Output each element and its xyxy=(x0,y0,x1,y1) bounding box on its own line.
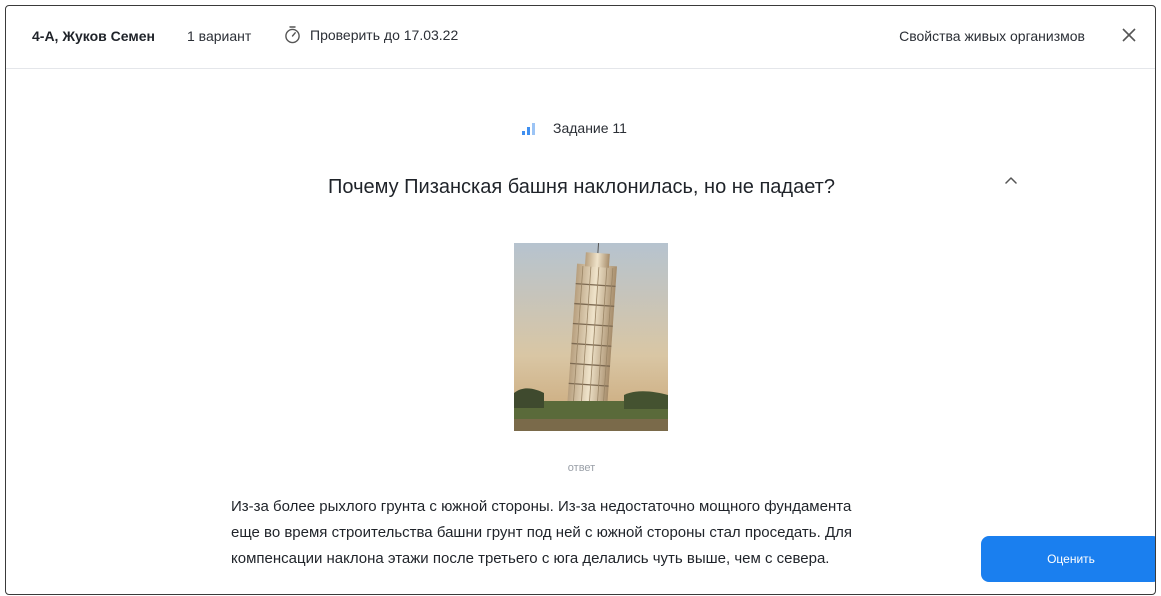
answer-label: ответ xyxy=(567,462,596,474)
student-name: 4-А, Жуков Семен xyxy=(32,28,155,44)
stopwatch-icon xyxy=(285,26,300,44)
close-icon[interactable] xyxy=(1117,23,1141,47)
review-window: 4-А, Жуков Семен 1 вариант Проверить до … xyxy=(5,5,1156,595)
leaning-tower-image xyxy=(514,243,668,431)
answer-line: еще во время строительства башни грунт п… xyxy=(231,524,852,541)
answer-line: Из-за более рыхлого грунта с южной сторо… xyxy=(231,498,852,515)
question-text: Почему Пизанская башня наклонилась, но н… xyxy=(328,176,835,198)
answer-text: Из-за более рыхлого грунта с южной сторо… xyxy=(231,494,971,572)
header-bar: 4-А, Жуков Семен 1 вариант Проверить до … xyxy=(6,6,1155,69)
rate-button[interactable]: Оценить xyxy=(981,536,1155,582)
deadline: Проверить до 17.03.22 xyxy=(284,26,458,44)
variant-label: 1 вариант xyxy=(187,28,252,44)
deadline-text: Проверить до 17.03.22 xyxy=(310,27,459,43)
answer-line: компенсации наклона этажи после третьего… xyxy=(231,550,830,567)
difficulty-bars-icon xyxy=(522,121,540,135)
topic-title: Свойства живых организмов xyxy=(899,28,1085,44)
task-label: Задание 11 xyxy=(553,120,627,136)
chevron-up-icon[interactable] xyxy=(1000,170,1022,192)
task-number: Задание 11 xyxy=(522,120,627,136)
